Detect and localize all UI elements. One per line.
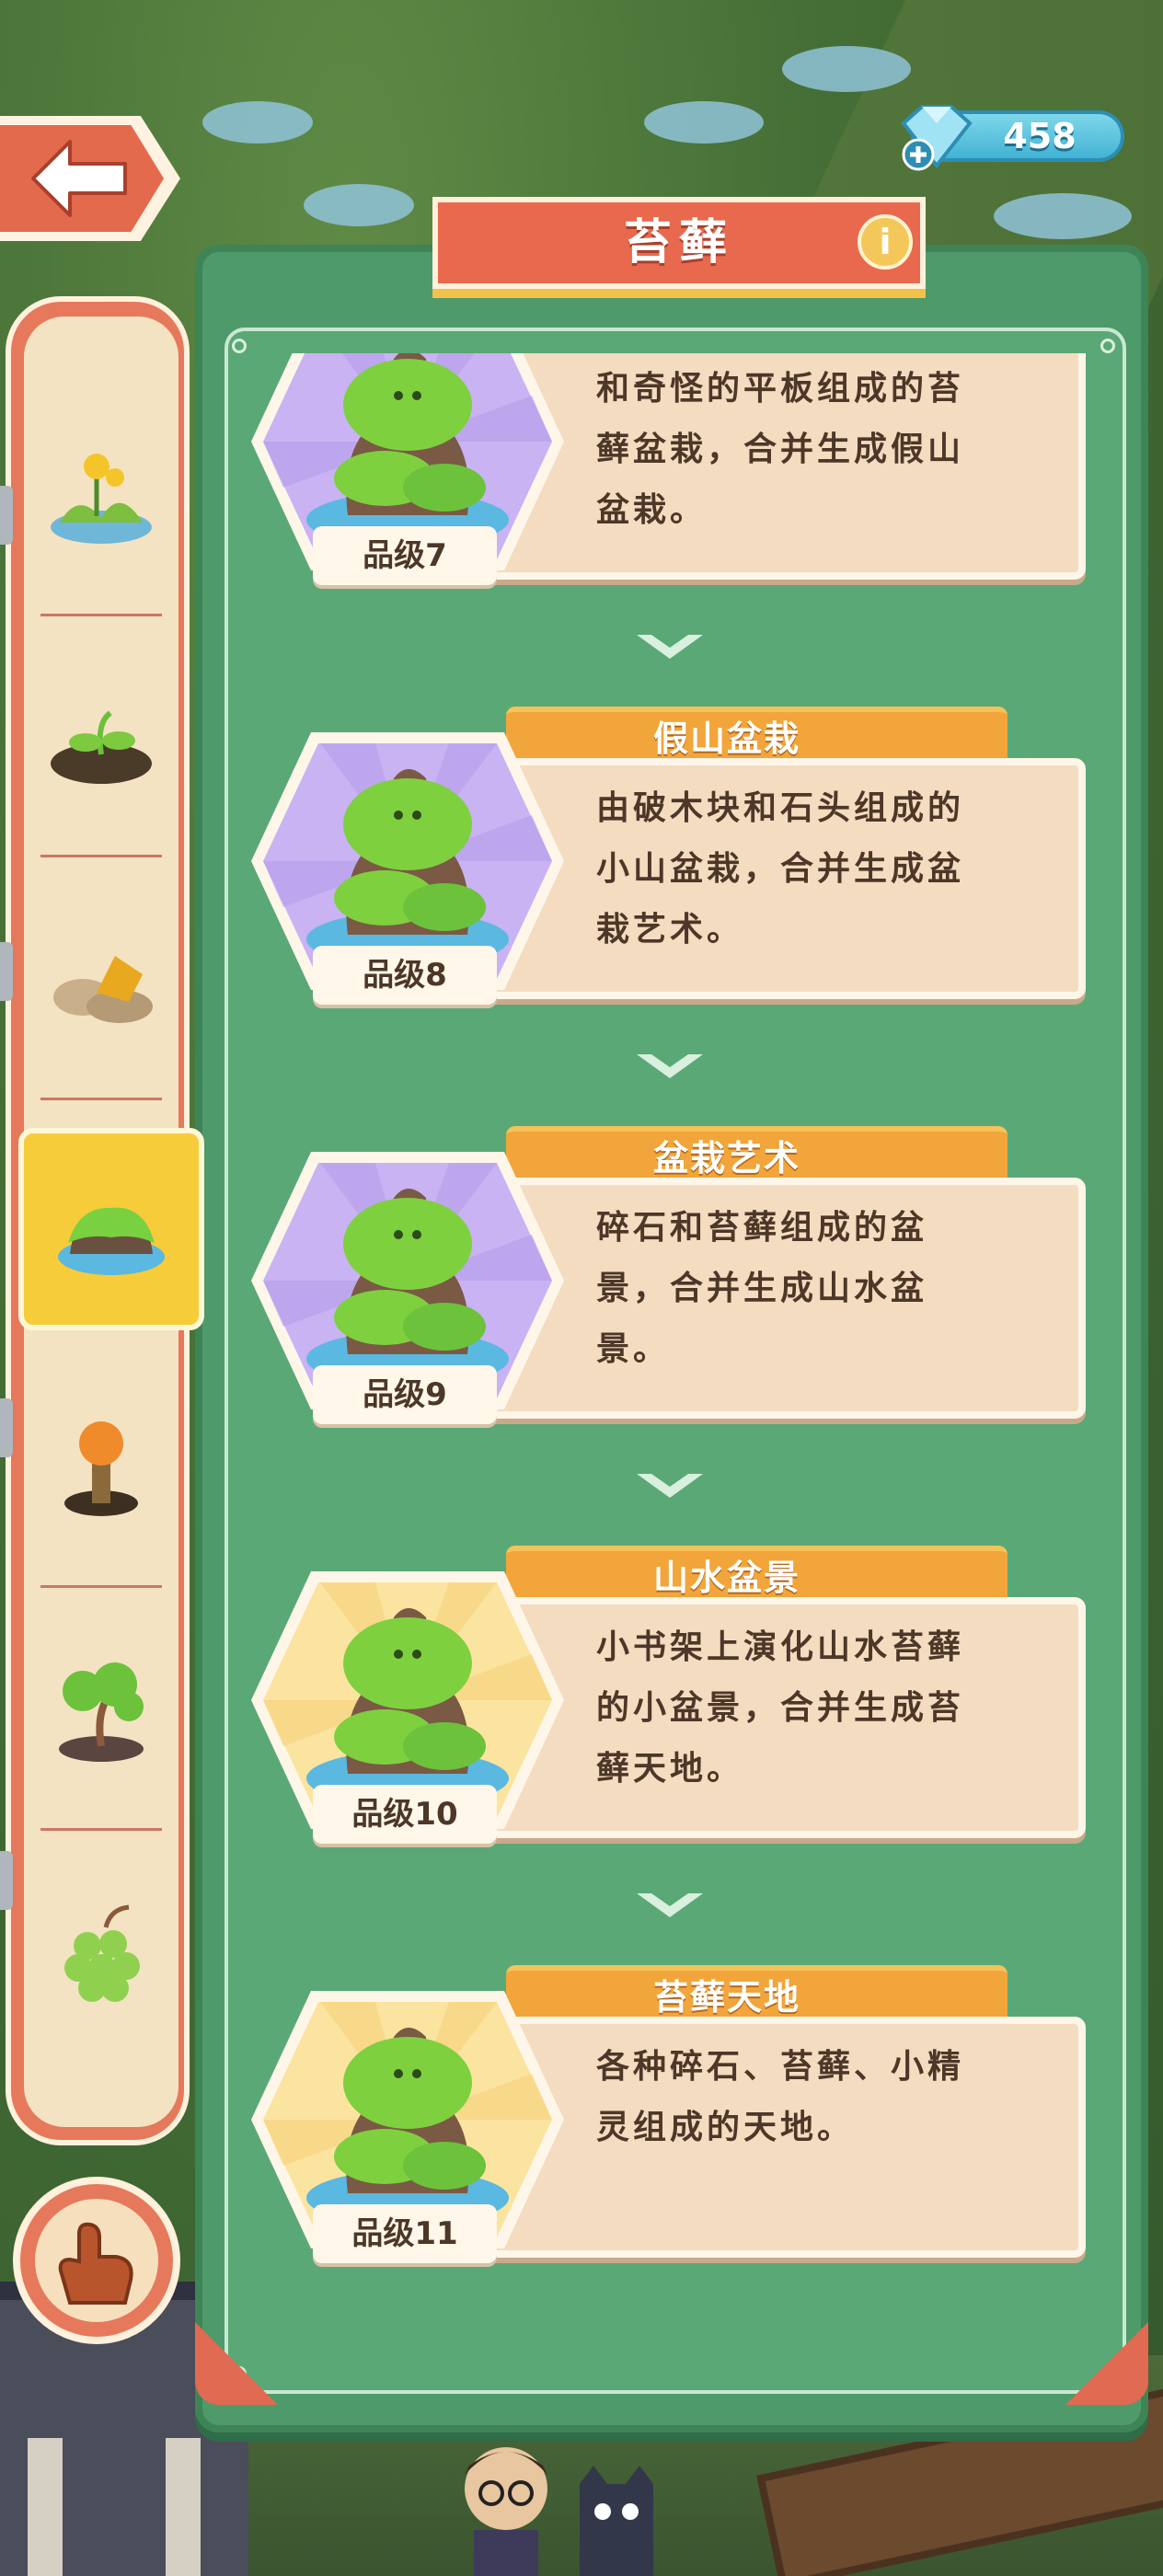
chevron-down-icon [637, 1474, 703, 1498]
panel-rivet [232, 339, 247, 353]
category-leaf-rocks[interactable] [24, 859, 178, 1100]
chevron-down-icon [637, 1893, 703, 1917]
item-description-line: 盆栽。 [596, 491, 708, 529]
sprout-mound-icon [51, 710, 152, 784]
item-description: 小书架上演化山水苔藓 的小盆景，合并生成苔 藓天地。 [596, 1617, 1001, 1800]
item-card[interactable]: 山水盆景 小书架上演化山水苔藓 的小盆景，合并生成苔 藓天地。 品级10 [239, 1546, 1104, 1877]
rail-clip [0, 942, 13, 1001]
item-description-line: 的小盆景，合并生成苔 [596, 1689, 965, 1727]
item-description: 各种碎石、苔藓、小精 灵组成的天地。 [596, 2037, 1001, 2158]
item-description-line: 灵组成的天地。 [596, 2109, 855, 2146]
chevron-down-icon [637, 635, 703, 659]
pillar [28, 2438, 63, 2576]
item-description-line: 由破木块和石头组成的 [596, 789, 965, 827]
bonsai-tree-icon [59, 1662, 144, 1762]
pointing-hand-icon [58, 2222, 133, 2305]
item-grade-label: 品级7 [313, 526, 497, 585]
item-description-line: 藓天地。 [596, 1750, 744, 1788]
panel-rivet [1100, 339, 1115, 353]
item-description-line: 和奇怪的平板组成的苔 [596, 370, 965, 408]
rail-clip [0, 486, 13, 545]
pillar [166, 2438, 201, 2576]
item-grade-label: 品级10 [313, 1785, 497, 1844]
page-title: 苔藓 [623, 215, 734, 270]
category-sprout-mound[interactable] [24, 616, 178, 857]
category-orange-tree-stump[interactable] [24, 1347, 178, 1588]
item-description: 由破木块和石头组成的 小山盆栽，合并生成盆 栽艺术。 [596, 778, 1001, 960]
item-description: 和奇怪的平板组成的苔 藓盆栽，合并生成假山 盆栽。 [596, 359, 1001, 541]
item-description-line: 藓盆栽，合并生成假山 [596, 431, 965, 468]
sidebar-divider [40, 1098, 162, 1100]
item-description-line: 各种碎石、苔藓、小精 [596, 2048, 965, 2086]
item-grade-label: 品级9 [313, 1365, 497, 1424]
item-description-line: 小山盆栽，合并生成盆 [596, 850, 965, 888]
drag-hand-button[interactable] [13, 2177, 180, 2344]
item-card[interactable]: 假山盆栽 由破木块和石头组成的 小山盆栽，合并生成盆 栽艺术。 品级8 [239, 707, 1104, 1038]
category-grapes[interactable] [24, 1831, 178, 2070]
leaf-rocks-icon [53, 956, 153, 1023]
pond-tile [304, 184, 414, 226]
category-moss-rock[interactable] [18, 1128, 204, 1330]
character-sprite [465, 2447, 547, 2576]
arrow-left-icon [31, 140, 127, 217]
item-description-line: 碎石和苔藓组成的盆 [596, 1209, 928, 1247]
item-description-line: 景，合并生成山水盆 [596, 1270, 928, 1307]
item-grade-label: 品级8 [313, 946, 497, 1005]
orange-stump-icon [64, 1421, 138, 1516]
item-chain-list[interactable]: 苔藓盆栽和奇怪的平板组成的苔藓盆栽，合并生成假山盆栽。品级7假山盆栽由破木块和石… [239, 353, 1104, 2313]
cat-sprite [580, 2466, 653, 2576]
flower-plant-icon [51, 454, 152, 544]
item-card[interactable]: 盆栽艺术 碎石和苔藓组成的盆 景，合并生成山水盆 景。 品级9 [239, 1126, 1104, 1457]
sidebar-divider [40, 855, 162, 857]
pond-tile [994, 193, 1132, 239]
gem-count: 458 [1003, 116, 1077, 156]
item-description-line: 小书架上演化山水苔藓 [596, 1628, 965, 1666]
pond-tile [644, 101, 764, 144]
grapes-icon [64, 1904, 140, 2002]
item-description: 碎石和苔藓组成的盆 景，合并生成山水盆 景。 [596, 1198, 1001, 1380]
pond-tile [782, 46, 911, 92]
item-card[interactable]: 苔藓盆栽和奇怪的平板组成的苔藓盆栽，合并生成假山盆栽。品级7 [239, 353, 1104, 618]
pond-tile [202, 101, 313, 144]
category-bonsai-tree[interactable] [24, 1590, 178, 1831]
item-card[interactable]: 苔藓天地 各种碎石、苔藓、小精 灵组成的天地。 品级11 [239, 1965, 1104, 2296]
info-button[interactable]: i [858, 214, 913, 270]
moss-rock-icon [58, 1207, 165, 1275]
category-flower-plant[interactable] [24, 375, 178, 616]
chevron-down-icon [637, 1054, 703, 1078]
sidebar-divider [40, 1585, 162, 1588]
rail-clip [0, 1851, 13, 1910]
back-button[interactable] [0, 116, 180, 241]
item-grade-label: 品级11 [313, 2204, 497, 2263]
rail-clip [0, 1398, 13, 1457]
item-description-line: 景。 [596, 1330, 671, 1368]
item-description-line: 栽艺术。 [596, 911, 744, 949]
